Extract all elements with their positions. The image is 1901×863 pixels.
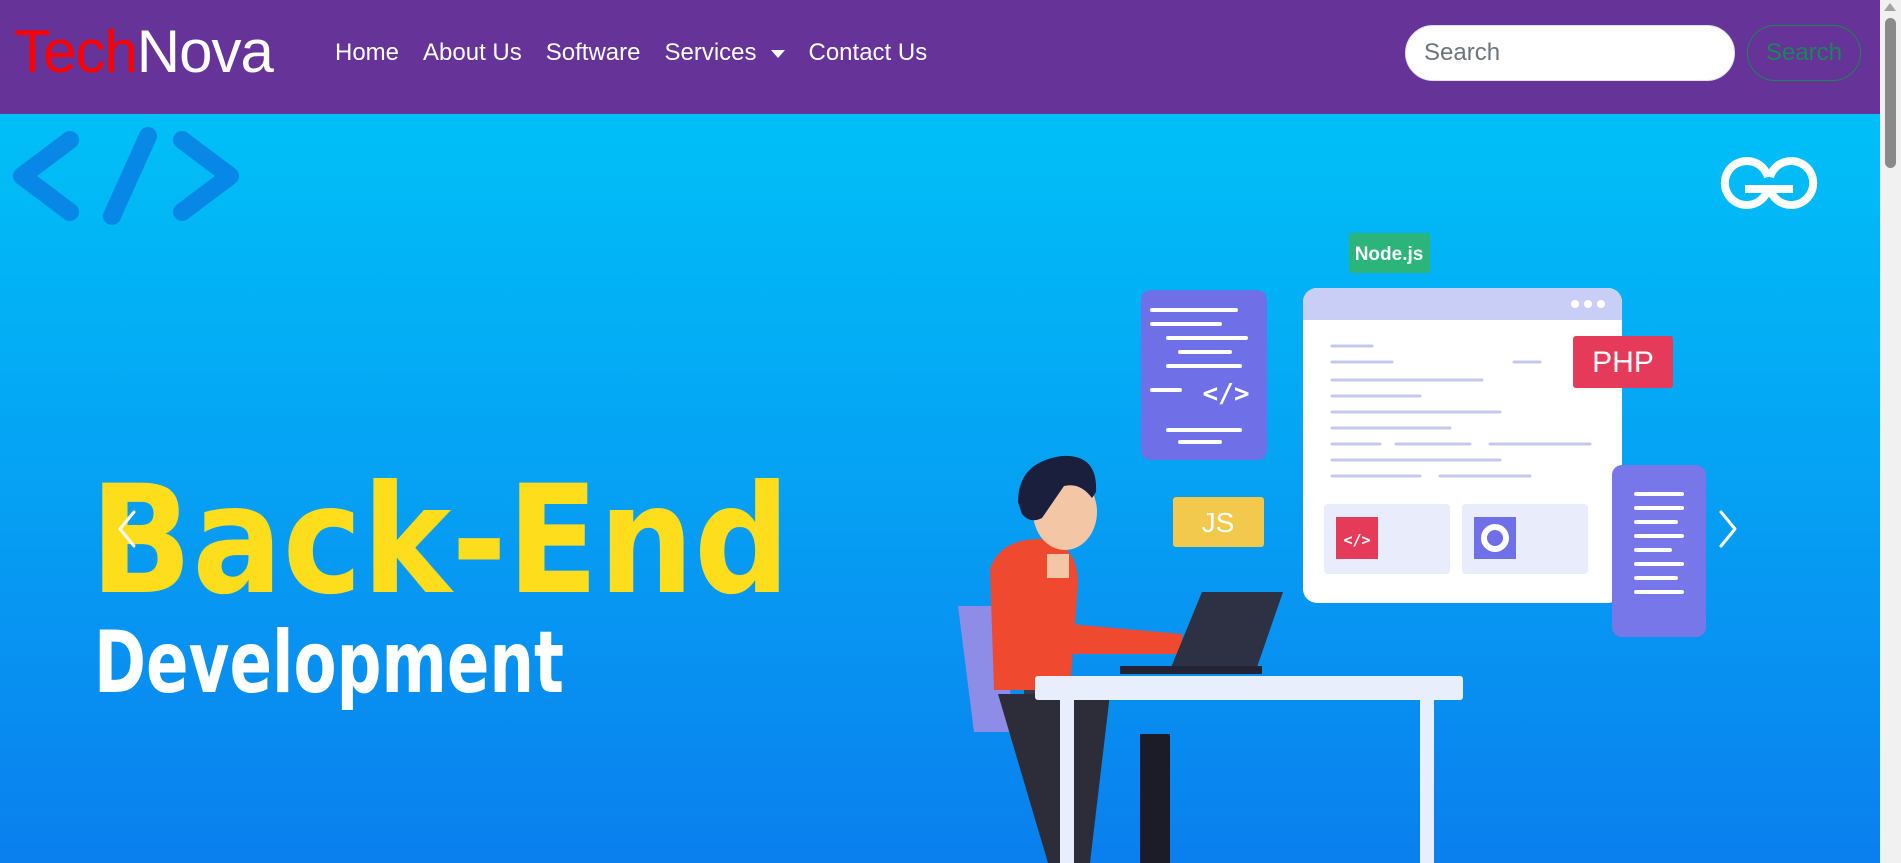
nav-link-software[interactable]: Software bbox=[534, 36, 653, 70]
hero-carousel: Node.js </> JS </> PHP Back-End Developm… bbox=[0, 114, 1880, 863]
scroll-up-arrow-icon[interactable] bbox=[1884, 3, 1896, 11]
carousel-prev-button[interactable] bbox=[117, 509, 157, 569]
code-card-left-tag: </> bbox=[1203, 379, 1250, 409]
brand-part-nova: Nova bbox=[136, 18, 274, 85]
nav-link-services-label: Services bbox=[664, 39, 757, 66]
hero-headline: Back-End bbox=[90, 454, 790, 628]
navbar: TechNova Home About Us Software Services… bbox=[0, 0, 1880, 114]
caret-down-icon bbox=[770, 50, 785, 58]
gg-logo-icon bbox=[1720, 157, 1818, 209]
node-tag-label: Node.js bbox=[1355, 244, 1424, 265]
hero-subheadline: Development bbox=[94, 613, 564, 713]
gear-tile-icon bbox=[1474, 517, 1516, 559]
hero-illustration: Node.js </> JS </> PHP Back-End Developm… bbox=[13, 127, 1818, 863]
chevron-left-icon bbox=[118, 510, 136, 548]
scrollbar-thumb[interactable] bbox=[1885, 18, 1896, 168]
nav-link-contact-us[interactable]: Contact Us bbox=[797, 36, 940, 70]
brand-part-tech: Tech bbox=[14, 18, 138, 85]
nav-link-services-dropdown[interactable]: Services bbox=[652, 36, 796, 70]
code-tile-tag: </> bbox=[1343, 531, 1370, 549]
search-button[interactable]: Search bbox=[1747, 25, 1861, 81]
nav-link-home[interactable]: Home bbox=[323, 36, 411, 70]
nav-link-about-us[interactable]: About Us bbox=[411, 36, 534, 70]
search-input[interactable] bbox=[1405, 25, 1735, 81]
carousel-next-button[interactable] bbox=[1718, 509, 1758, 569]
brand-logo[interactable]: TechNova bbox=[14, 12, 274, 92]
nav-links: Home About Us Software Services Contact … bbox=[323, 36, 939, 70]
code-card-left bbox=[1141, 290, 1267, 460]
page-scrollbar[interactable] bbox=[1880, 0, 1901, 863]
code-brackets-icon bbox=[13, 127, 239, 225]
js-tag-label: JS bbox=[1202, 507, 1235, 538]
php-tag-label: PHP bbox=[1592, 346, 1654, 379]
chevron-right-icon bbox=[1719, 510, 1737, 548]
